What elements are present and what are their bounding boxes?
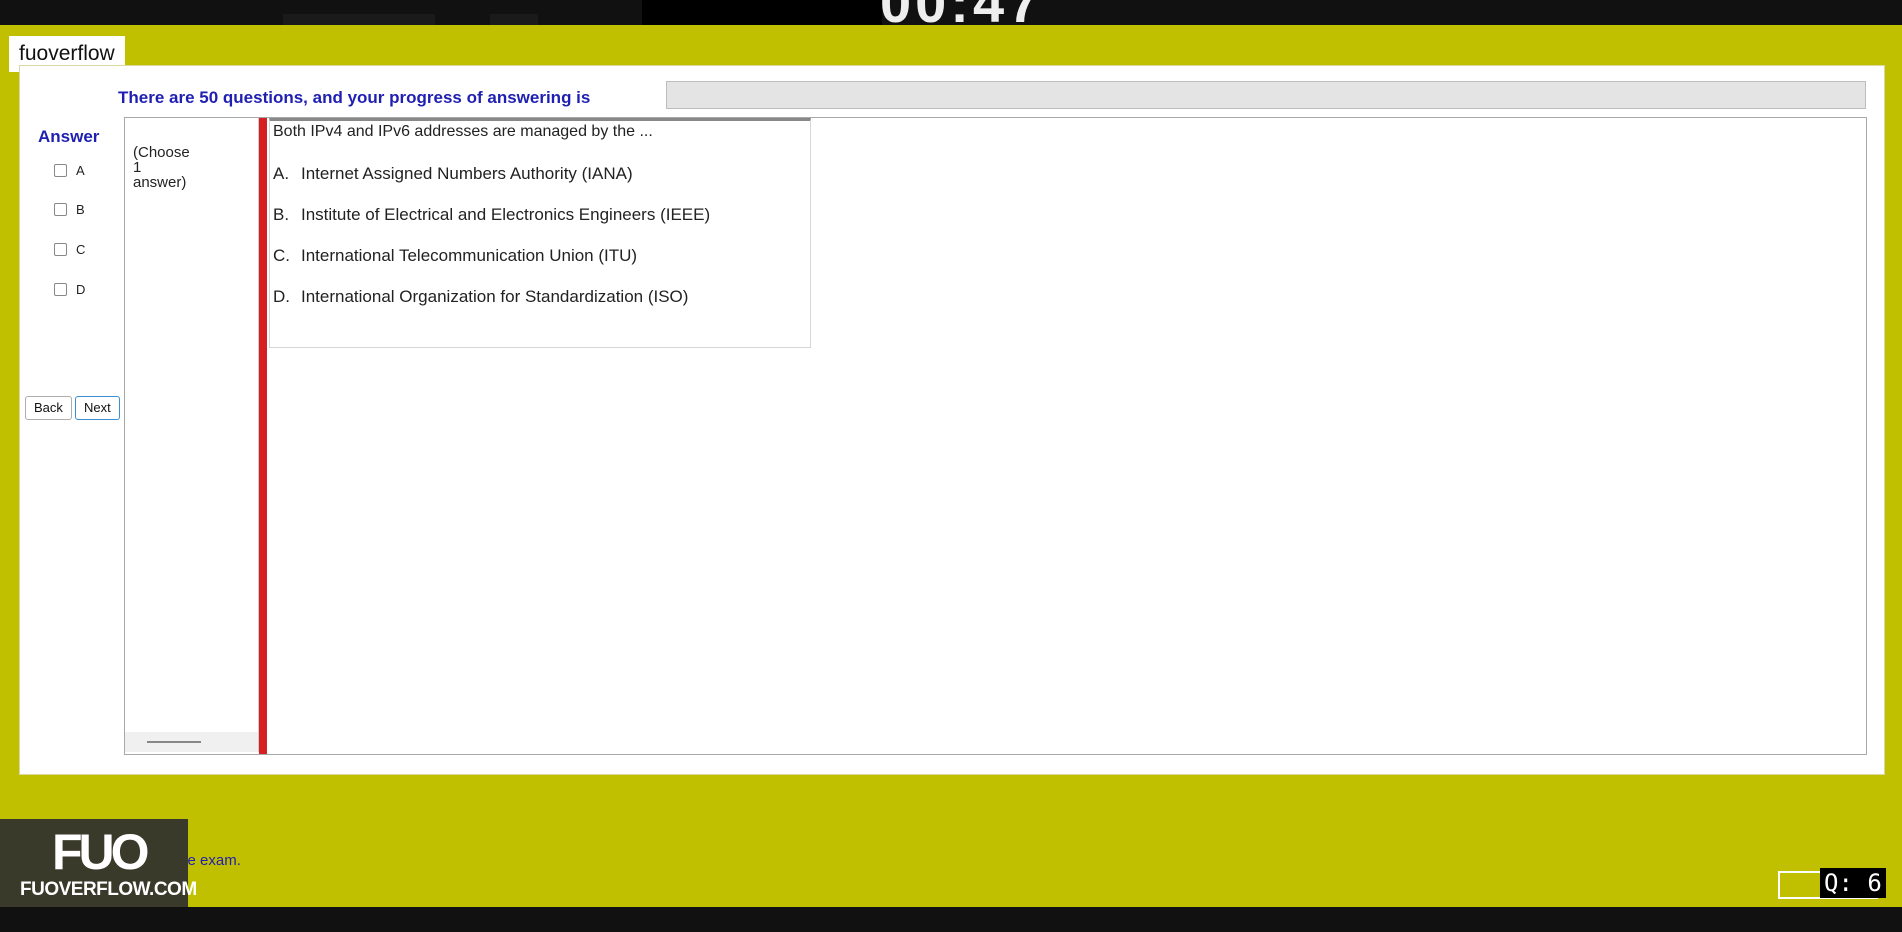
site-logo: FUO FUOVERFLOW.COM (0, 819, 197, 907)
question-option-text: Internet Assigned Numbers Authority (IAN… (301, 164, 633, 183)
question-option-letter: B. (273, 205, 290, 224)
answer-option-b[interactable]: B (54, 200, 85, 218)
checkbox-d[interactable] (54, 282, 67, 296)
top-field-2 (490, 14, 538, 25)
answer-option-b-label: B (76, 201, 85, 217)
answer-option-c[interactable]: C (54, 240, 85, 258)
question-option-letter: A. (273, 164, 290, 183)
back-button[interactable]: Back (25, 396, 72, 420)
answer-option-a-label: A (76, 162, 85, 178)
checkbox-c[interactable] (54, 242, 67, 256)
answer-heading: Answer (38, 127, 100, 146)
question-option-letter: D. (273, 287, 290, 306)
answer-option-d-label: D (76, 281, 86, 297)
question-divider[interactable] (259, 118, 267, 754)
question-option-letter: C. (273, 246, 290, 265)
bottom-bar (0, 907, 1902, 932)
question-option: D. International Organization for Standar… (273, 287, 688, 307)
progress-bar (666, 81, 1866, 109)
question-indicator: Q: 6 (1820, 868, 1886, 898)
choose-hint: (Choose 1 answer) (133, 144, 190, 191)
answer-option-c-label: C (76, 241, 86, 257)
scrollbar-thumb[interactable] (147, 741, 201, 743)
answer-option-a[interactable]: A (54, 161, 85, 179)
timer-background (642, 0, 882, 25)
question-box (269, 118, 811, 348)
question-hint-column (125, 118, 259, 752)
top-field-1 (283, 14, 435, 25)
question-option: A. Internet Assigned Numbers Authority (I… (273, 164, 633, 184)
top-bar: 00:47 (0, 0, 1902, 25)
answer-option-d[interactable]: D (54, 280, 85, 298)
horizontal-scrollbar[interactable] (125, 732, 258, 752)
logo-site-name: FUOVERFLOW.COM (20, 879, 197, 900)
timer: 00:47 (880, 0, 1043, 25)
logo-mark: FUO (52, 824, 150, 880)
next-button[interactable]: Next (75, 396, 120, 420)
progress-label: There are 50 questions, and your progres… (118, 88, 591, 107)
question-option-text: International Organization for Standardi… (301, 287, 689, 306)
question-text: Both IPv4 and IPv6 addresses are managed… (273, 123, 653, 140)
question-option-text: International Telecommunication Union (I… (301, 246, 638, 265)
question-option-text: Institute of Electrical and Electronics … (301, 205, 711, 224)
checkbox-a[interactable] (54, 163, 67, 177)
question-option: C. International Telecommunication Union … (273, 246, 637, 266)
question-option: B. Institute of Electrical and Electronic… (273, 205, 710, 225)
checkbox-b[interactable] (54, 202, 67, 216)
